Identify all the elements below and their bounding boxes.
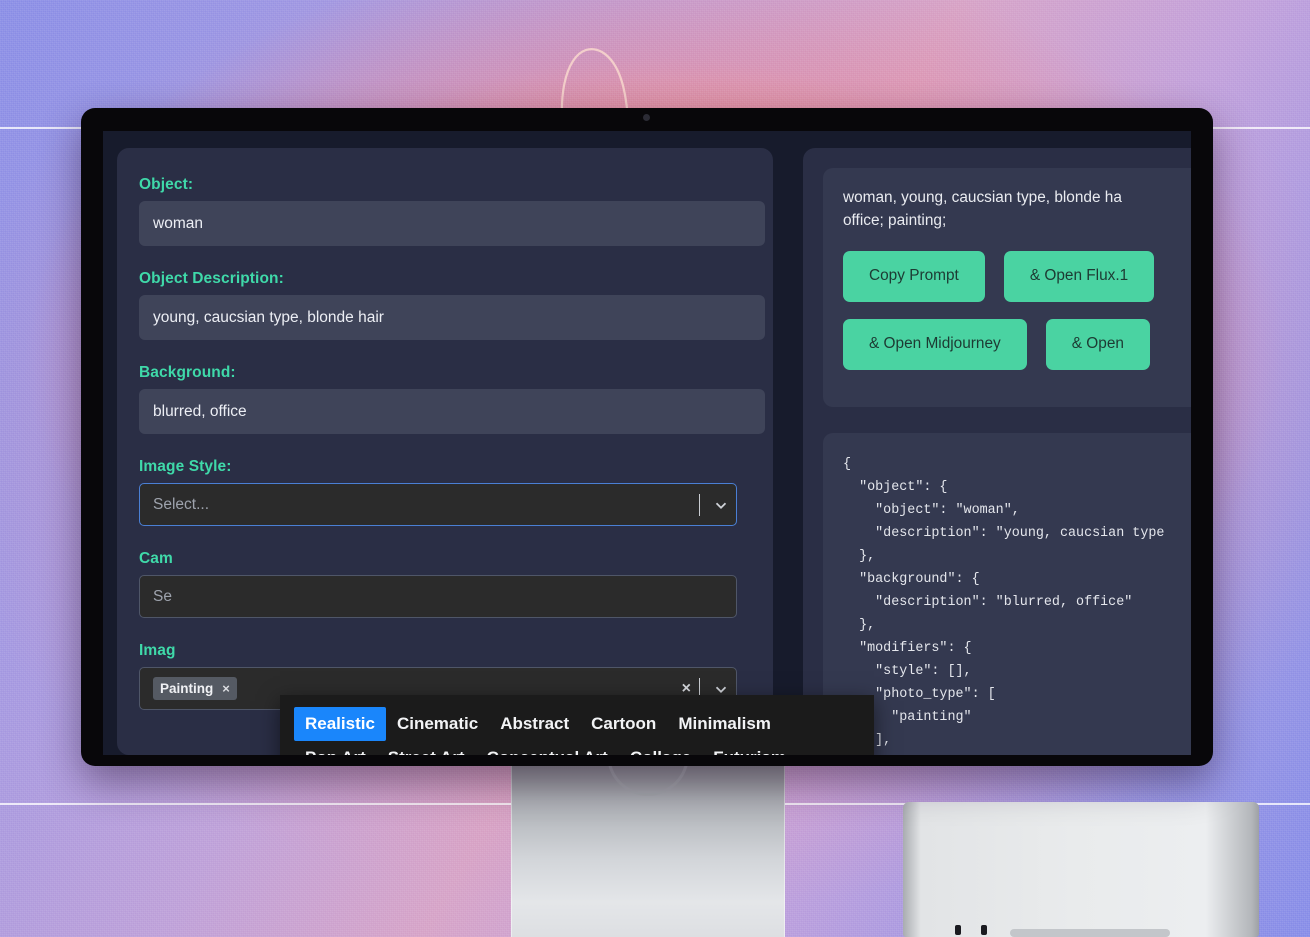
prompt-form-panel: Object: woman Object Description: young,… [117, 148, 773, 755]
open-flux-button[interactable]: & Open Flux.1 [1003, 250, 1155, 302]
dropdown-option-pop-art[interactable]: Pop Art [294, 741, 377, 755]
dropdown-option-minimalism[interactable]: Minimalism [667, 707, 782, 741]
background-input[interactable]: blurred, office [139, 389, 765, 434]
screen-viewport: Object: woman Object Description: young,… [103, 131, 1191, 755]
field-group-image-style: Image Style: Select... [139, 458, 751, 526]
field-group-background: Background: blurred, office [139, 364, 765, 434]
prompt-action-row-1: Copy Prompt & Open Flux.1 [843, 250, 1191, 302]
dropdown-option-row: Pop ArtStreet ArtConceptual ArtCollageFu… [294, 741, 860, 755]
generated-prompt-text: woman, young, caucsian type, blonde ha o… [843, 189, 1122, 230]
dropdown-option-abstract[interactable]: Abstract [489, 707, 580, 741]
object-description-input[interactable]: young, caucsian type, blonde hair [139, 295, 765, 340]
json-output-card: { "object": { "object": "woman", "descri… [823, 432, 1191, 755]
field-group-object-description: Object Description: young, caucsian type… [139, 270, 765, 340]
dropdown-option-row: Realistic Cinematic Abstract Cartoon Minimal… [294, 707, 860, 741]
camera-type-select[interactable]: Se [139, 575, 737, 618]
field-group-camera-type: Cam Se [139, 550, 751, 618]
json-output-code: { "object": { "object": "woman", "descri… [843, 456, 1165, 749]
image-type-label: Imag [139, 642, 176, 659]
tag-label: Painting [160, 681, 214, 696]
object-input[interactable]: woman [139, 201, 765, 246]
prompt-action-row-2: & Open Midjourney & Open [843, 318, 1191, 370]
camera-type-placeholder: Se [153, 587, 172, 605]
object-label: Object: [139, 176, 194, 193]
dropdown-option-street-art[interactable]: Street Art [377, 741, 476, 755]
prompt-result-card: woman, young, caucsian type, blonde ha o… [823, 168, 1191, 407]
image-style-dropdown-menu[interactable]: Realistic Cinematic Abstract Cartoon Minimal… [280, 695, 874, 755]
dropdown-option-cartoon[interactable]: Cartoon [580, 707, 667, 741]
image-style-select[interactable]: Select... [139, 483, 737, 526]
tag-remove-icon[interactable]: × [222, 681, 230, 696]
image-type-tag-painting[interactable]: Painting × [153, 677, 237, 700]
dropdown-option-conceptual-art[interactable]: Conceptual Art [476, 741, 619, 755]
keyboard-foot-right [981, 925, 987, 935]
field-group-object: Object: woman [139, 176, 765, 246]
image-style-label: Image Style: [139, 458, 232, 475]
keyboard-device [903, 802, 1259, 937]
dropdown-option-realistic[interactable]: Realistic [294, 707, 386, 741]
dropdown-option-futurism[interactable]: Futurism [702, 741, 797, 755]
open-other-button[interactable]: & Open [1045, 318, 1150, 370]
background-label: Background: [139, 364, 236, 381]
output-panel: woman, young, caucsian type, blonde ha o… [803, 148, 1191, 755]
copy-prompt-button[interactable]: Copy Prompt [843, 250, 985, 302]
dropdown-option-cinematic[interactable]: Cinematic [386, 707, 489, 741]
dropdown-option-collage[interactable]: Collage [619, 741, 702, 755]
webcam-icon [643, 114, 650, 121]
keyboard-foot-left [955, 925, 961, 935]
chevron-down-icon[interactable] [712, 496, 730, 514]
object-description-label: Object Description: [139, 270, 284, 287]
image-style-placeholder: Select... [153, 495, 209, 513]
open-midjourney-button[interactable]: & Open Midjourney [843, 318, 1027, 370]
camera-type-label: Cam [139, 550, 173, 567]
select-divider [699, 493, 700, 516]
trackpad-device [1010, 929, 1170, 937]
